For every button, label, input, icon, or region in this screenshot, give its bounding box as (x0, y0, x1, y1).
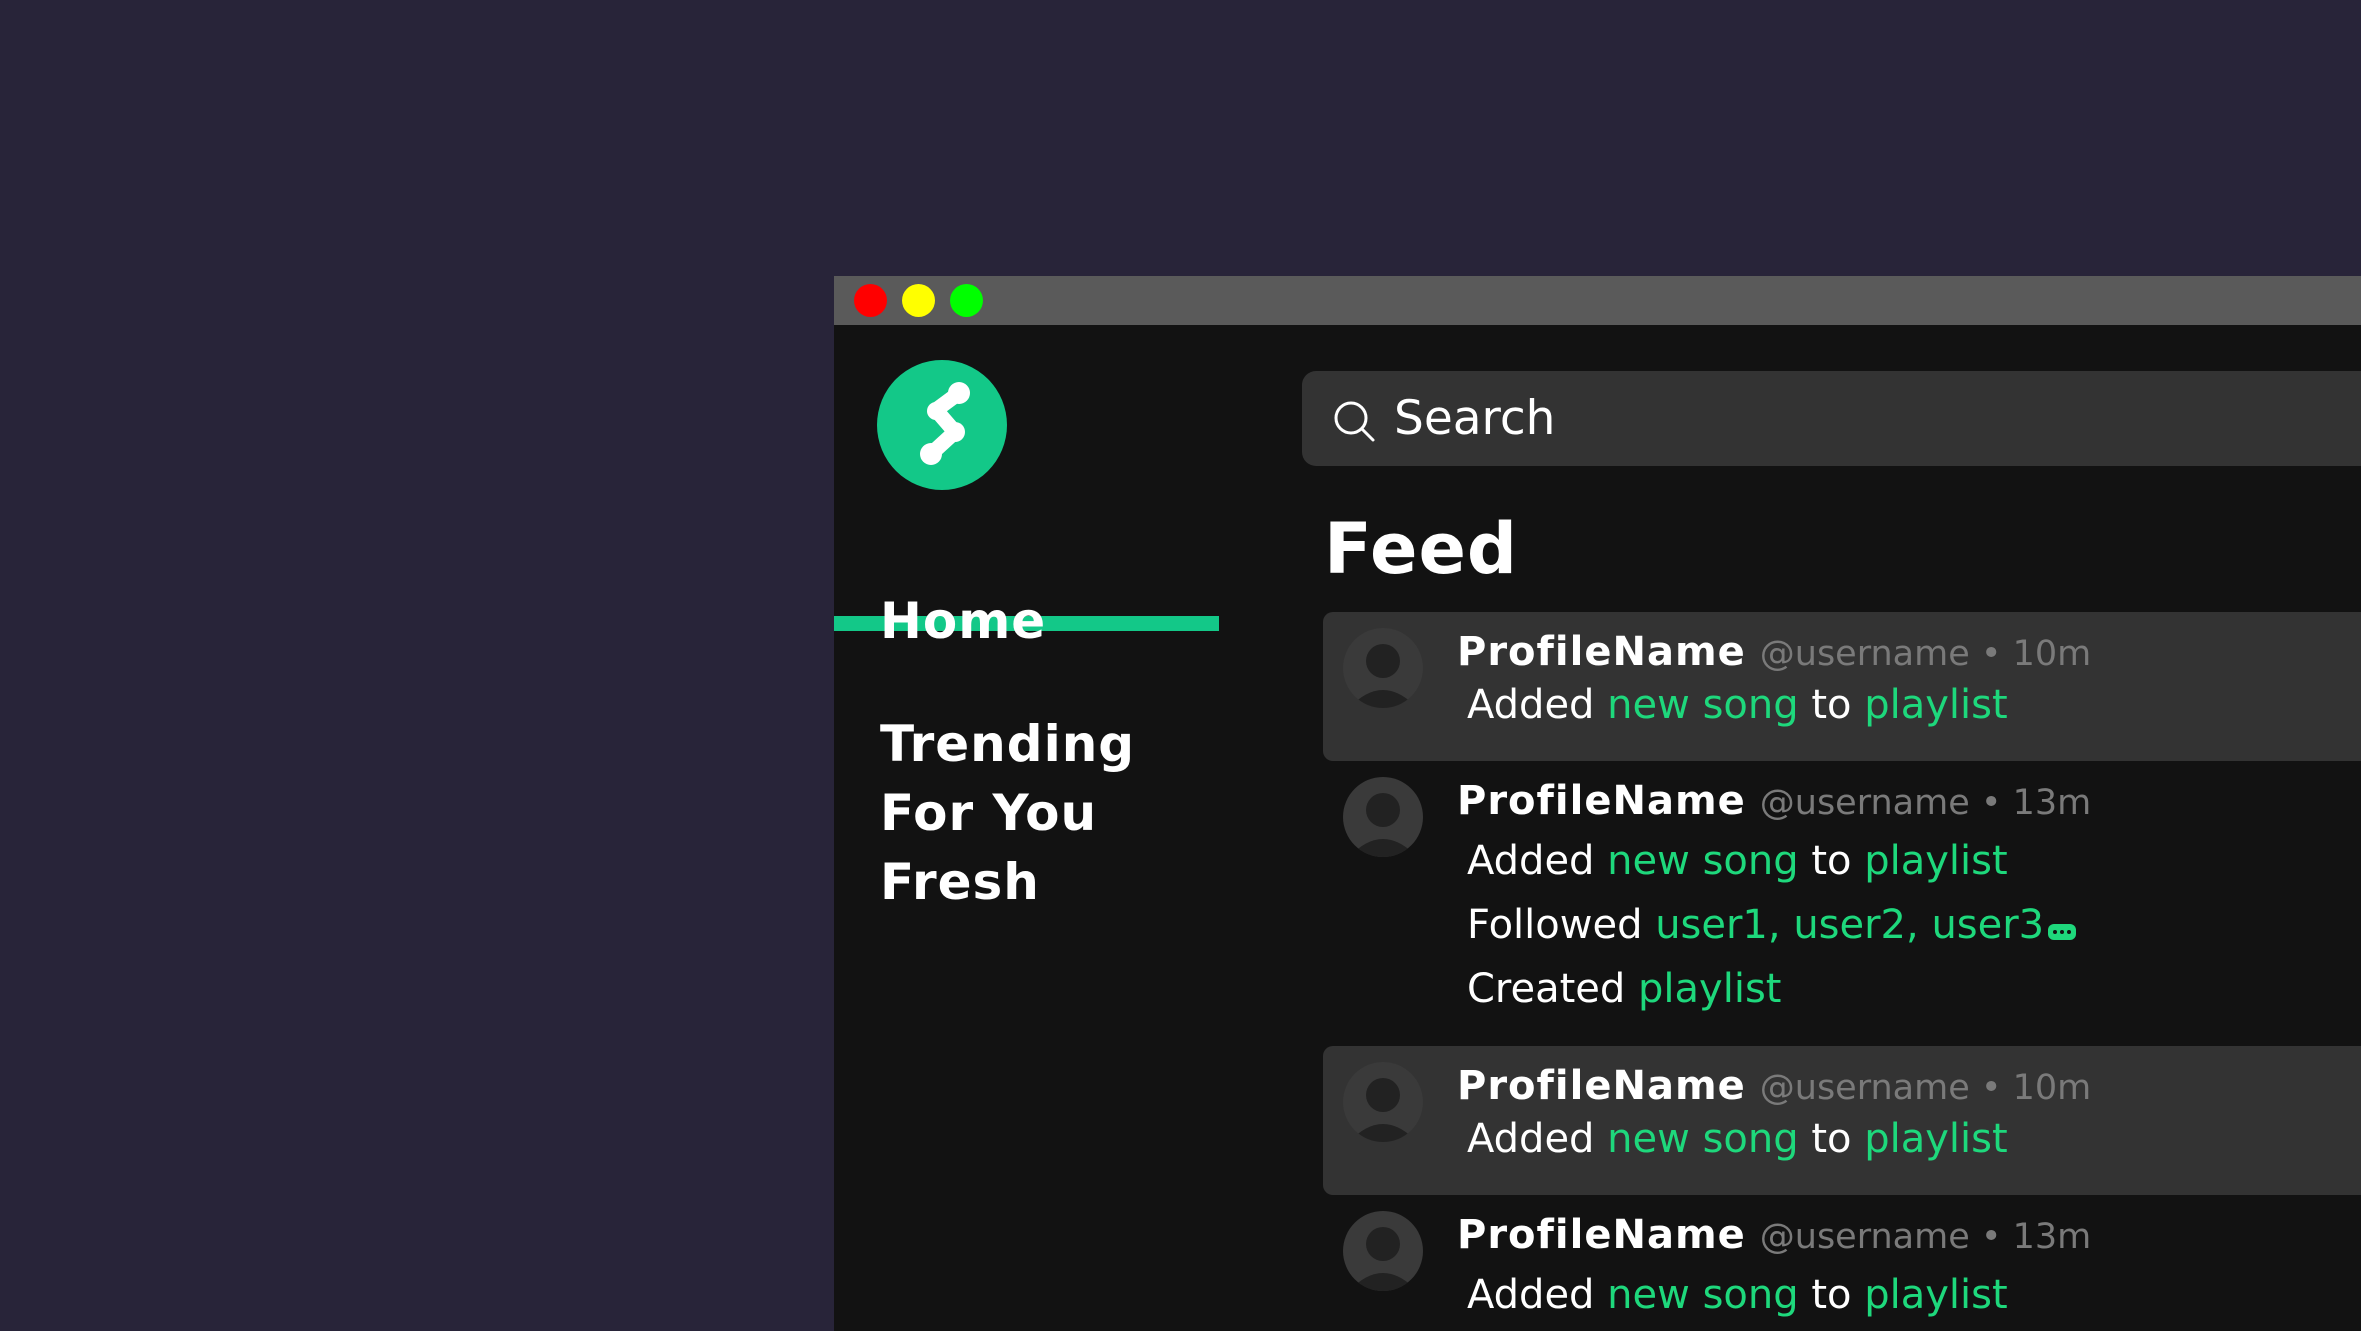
activity-verb: Created (1467, 966, 1626, 1012)
avatar[interactable] (1343, 1211, 1423, 1291)
activity-line: Followed user1, user2, user3 (1467, 897, 2077, 953)
activity-verb: Followed (1467, 902, 1643, 948)
close-window-button[interactable] (854, 284, 887, 317)
avatar[interactable] (1343, 628, 1423, 708)
avatar[interactable] (1343, 1062, 1423, 1142)
user-silhouette-icon (1349, 793, 1417, 857)
sidebar-item-home[interactable]: Home (880, 591, 1046, 651)
activity-line: Added new song to playlist (1467, 677, 2008, 733)
song-link[interactable]: new song (1607, 682, 1798, 728)
activity-line: Added new song to playlist (1467, 1111, 2008, 1167)
search-icon (1334, 401, 1375, 442)
activity-connector: to (1811, 838, 1852, 884)
user-silhouette-icon (1349, 1078, 1417, 1142)
feed-post[interactable]: ProfileName @username • 13m Added new son… (1323, 1195, 2361, 1331)
post-header: ProfileName @username • 13m (1457, 773, 2091, 837)
activity-verb: Added (1467, 682, 1595, 728)
post-meta: @username • 10m (1759, 634, 2092, 674)
song-link[interactable]: new song (1607, 1272, 1798, 1318)
activity-verb: Added (1467, 1116, 1595, 1162)
sidebar-item-trending[interactable]: Trending (880, 714, 1135, 774)
feed-post[interactable]: ProfileName @username • 10m Added new son… (1323, 1046, 2361, 1195)
more-icon[interactable] (2048, 924, 2077, 940)
activity-verb: Added (1467, 838, 1595, 884)
sidebar-item-fresh[interactable]: Fresh (880, 852, 1040, 912)
feed-post[interactable]: ProfileName @username • 13m Added new son… (1323, 761, 2361, 1046)
activity-connector: to (1811, 1116, 1852, 1162)
maximize-window-button[interactable] (950, 284, 983, 317)
post-header: ProfileName @username • 13m (1457, 1207, 2091, 1271)
profile-name[interactable]: ProfileName (1457, 1212, 1746, 1258)
minimize-window-button[interactable] (902, 284, 935, 317)
playlist-link[interactable]: playlist (1864, 838, 2007, 884)
playlist-link[interactable]: playlist (1864, 1272, 2007, 1318)
profile-name[interactable]: ProfileName (1457, 629, 1746, 675)
post-meta: @username • 13m (1759, 783, 2092, 823)
song-link[interactable]: new song (1607, 1116, 1798, 1162)
connected-nodes-logo-icon (920, 382, 970, 465)
activity-line: Added new song to playlist (1467, 1267, 2008, 1323)
user-silhouette-icon (1349, 644, 1417, 708)
activity-connector: to (1811, 682, 1852, 728)
post-meta: @username • 13m (1759, 1217, 2092, 1257)
feed-post[interactable]: ProfileName @username • 10m Added new son… (1323, 612, 2361, 761)
app-logo[interactable] (877, 360, 1007, 490)
search-input[interactable]: Search (1394, 389, 1555, 449)
playlist-link[interactable]: playlist (1864, 1116, 2007, 1162)
song-link[interactable]: new song (1607, 838, 1798, 884)
sidebar-item-for-you[interactable]: For You (880, 783, 1097, 843)
profile-name[interactable]: ProfileName (1457, 1063, 1746, 1109)
avatar[interactable] (1343, 777, 1423, 857)
profile-name[interactable]: ProfileName (1457, 778, 1746, 824)
activity-line: Created playlist (1467, 961, 1781, 1017)
activity-line: Added new song to playlist (1467, 833, 2008, 889)
playlist-link[interactable]: playlist (1864, 682, 2007, 728)
user-silhouette-icon (1349, 1227, 1417, 1291)
activity-verb: Added (1467, 1272, 1595, 1318)
search-bar[interactable]: Search (1302, 371, 2361, 466)
activity-connector: to (1811, 1272, 1852, 1318)
window-titlebar (834, 276, 2361, 325)
followed-users-link[interactable]: user1, user2, user3 (1655, 902, 2044, 948)
playlist-link[interactable]: playlist (1638, 966, 1781, 1012)
feed-title: Feed (1324, 508, 1519, 590)
app-window: Home Trending For You Fresh Search Feed … (834, 276, 2361, 1331)
post-meta: @username • 10m (1759, 1068, 2092, 1108)
